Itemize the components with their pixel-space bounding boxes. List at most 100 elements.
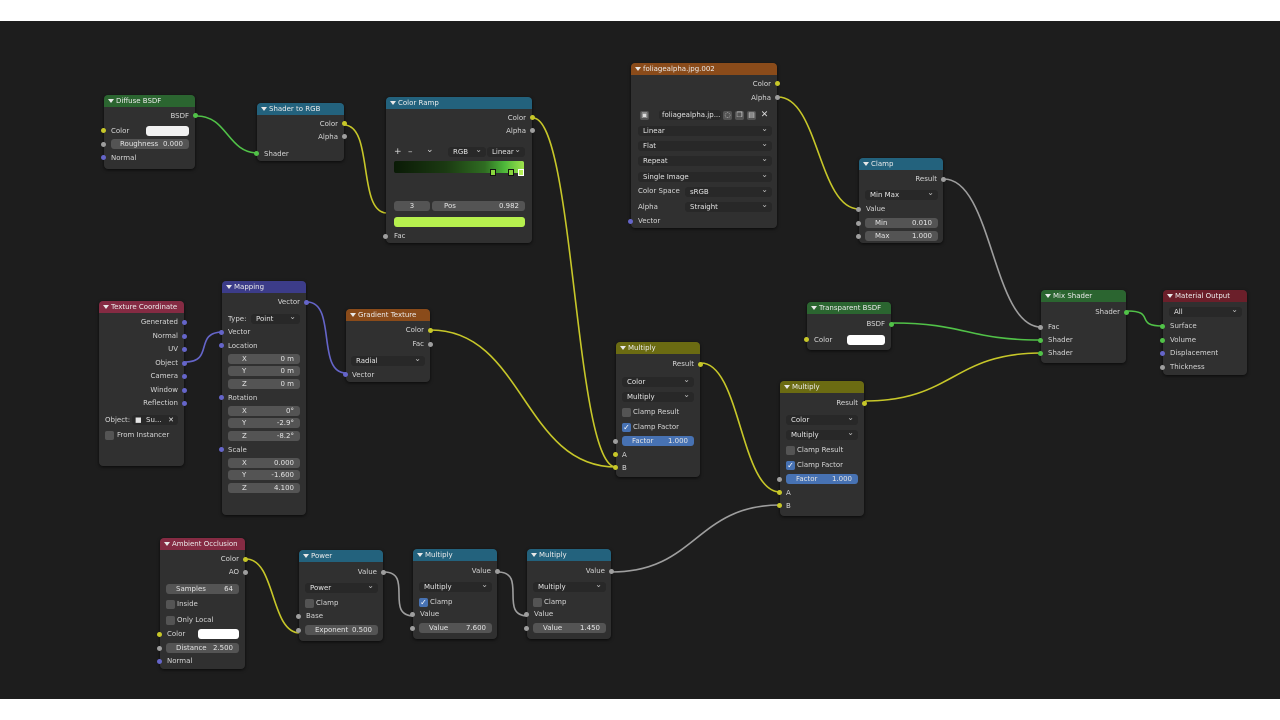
shader-input-socket[interactable] — [254, 151, 259, 156]
node-header[interactable]: Mix Shader — [1041, 290, 1126, 302]
node-header[interactable]: Multiply — [780, 381, 864, 393]
object-field[interactable]: ■ Su... ✕ — [132, 415, 178, 425]
blend-mode-dropdown[interactable]: Multiply — [786, 430, 858, 440]
node-link[interactable] — [306, 301, 347, 374]
node-header[interactable]: Shader to RGB — [257, 103, 344, 115]
shader-to-rgb-node[interactable]: Shader to RGB Color Alpha Shader — [254, 103, 347, 161]
exponent-field[interactable]: Exponent 0.500 — [305, 625, 378, 635]
vector-input-socket[interactable] — [343, 372, 348, 377]
base-input-socket[interactable] — [296, 614, 301, 619]
node-link[interactable] — [196, 115, 259, 154]
node-header[interactable]: Multiply — [616, 342, 700, 354]
rotation-x-field[interactable]: X 0° — [228, 406, 300, 416]
texture-coordinate-node[interactable]: Texture Coordinate Generated Normal UV O… — [99, 301, 187, 466]
duplicate-icon[interactable]: ❐ — [735, 111, 744, 120]
node-link[interactable] — [943, 178, 1042, 328]
location-y-field[interactable]: Y0 m — [228, 366, 300, 376]
blend-mode-dropdown[interactable]: Multiply — [622, 392, 694, 402]
surface-input-socket[interactable] — [1160, 324, 1165, 329]
b-input-socket[interactable] — [777, 503, 782, 508]
data-type-dropdown[interactable]: Color — [786, 415, 858, 425]
value2-input-socket[interactable] — [410, 626, 415, 631]
interpolation-dropdown[interactable]: Linear — [638, 126, 772, 136]
node-header[interactable]: Transparent BSDF — [807, 302, 891, 314]
target-dropdown[interactable]: All — [1169, 307, 1242, 317]
alpha-output-socket[interactable] — [530, 128, 535, 133]
interpolation-dropdown[interactable]: Linear — [487, 147, 525, 157]
stop-position-field[interactable]: Pos 0.982 — [432, 201, 525, 211]
stop-color-swatch[interactable] — [394, 217, 525, 227]
node-header[interactable]: Mapping — [222, 281, 306, 293]
clamp-node[interactable]: Clamp Result Min Max Value Min0.010 Max1… — [856, 158, 946, 243]
vector-output-socket[interactable] — [304, 300, 309, 305]
scale-z-field[interactable]: Z 4.100 — [228, 483, 300, 493]
node-header[interactable]: Clamp — [859, 158, 943, 170]
node-header[interactable]: Texture Coordinate — [99, 301, 184, 313]
value-input-socket[interactable] — [410, 612, 415, 617]
node-header[interactable]: Ambient Occlusion — [160, 538, 245, 550]
color-swatch[interactable] — [146, 126, 189, 136]
power-math-node[interactable]: Power Value Power Clamp Base Exponent0.5… — [296, 550, 386, 641]
shader2-input-socket[interactable] — [1038, 351, 1043, 356]
diffuse-bsdf-node[interactable]: Diffuse BSDF BSDF Color Roughness 0.000 N… — [101, 95, 198, 169]
fac-input-socket[interactable] — [1038, 325, 1043, 330]
window-output-socket[interactable] — [182, 388, 187, 393]
value-output-socket[interactable] — [609, 569, 614, 574]
chevron-down-icon[interactable]: ⌄ — [426, 145, 434, 155]
node-header[interactable]: Power — [299, 550, 383, 562]
color-output-socket[interactable] — [342, 121, 347, 126]
location-z-field[interactable]: Z0 m — [228, 379, 300, 389]
image-browse-icon[interactable]: ▣ — [640, 111, 649, 120]
mix-multiply-node[interactable]: Multiply Result Color Multiply Clamp Res… — [613, 342, 703, 477]
extension-dropdown[interactable]: Repeat — [638, 156, 772, 166]
inside-checkbox[interactable] — [166, 600, 175, 609]
alpha-output-socket[interactable] — [342, 134, 347, 139]
distance-input-socket[interactable] — [157, 646, 162, 651]
node-header[interactable]: Color Ramp — [386, 97, 532, 109]
gradient-type-dropdown[interactable]: Radial — [351, 356, 425, 366]
result-output-socket[interactable] — [941, 177, 946, 182]
result-output-socket[interactable] — [698, 362, 703, 367]
source-dropdown[interactable]: Single Image — [638, 172, 772, 182]
gradient-texture-node[interactable]: Gradient Texture Color Fac Radial Vector — [343, 309, 433, 382]
color-ramp-node[interactable]: Color Ramp Color Alpha + – ⌄ RGB Linear … — [383, 97, 535, 243]
bsdf-output-socket[interactable] — [889, 322, 894, 327]
roughness-field[interactable]: Roughness 0.000 — [111, 139, 189, 149]
normal-input-socket[interactable] — [157, 659, 162, 664]
color-output-socket[interactable] — [530, 115, 535, 120]
mix-multiply-node-2[interactable]: Multiply Result Color Multiply Clamp Res… — [777, 381, 867, 516]
clamp-checkbox[interactable] — [305, 599, 314, 608]
clamp-checkbox[interactable] — [533, 598, 542, 607]
data-type-dropdown[interactable]: Color — [622, 377, 694, 387]
color-output-socket[interactable] — [428, 328, 433, 333]
scale-x-field[interactable]: X 0.000 — [228, 458, 300, 468]
clamp-factor-checkbox[interactable]: ✓ — [786, 461, 795, 470]
rotation-z-field[interactable]: Z -8.2° — [228, 431, 300, 441]
color-output-socket[interactable] — [775, 81, 780, 86]
volume-input-socket[interactable] — [1160, 338, 1165, 343]
scale-input-socket[interactable] — [219, 447, 224, 452]
image-name-field[interactable]: foliagealpha.jp... — [659, 110, 721, 120]
stop-index-field[interactable]: 3 — [394, 201, 430, 211]
location-x-field[interactable]: X0 m — [228, 354, 300, 364]
value-field[interactable]: Value 1.450 — [533, 623, 606, 633]
max-field[interactable]: Max 1.000 — [865, 231, 938, 241]
normal-output-socket[interactable] — [182, 334, 187, 339]
bsdf-output-socket[interactable] — [193, 113, 198, 118]
scale-y-field[interactable]: Y -1.600 — [228, 470, 300, 480]
node-editor-canvas[interactable]: Diffuse BSDF BSDF Color Roughness 0.000 N… — [0, 21, 1280, 699]
from-instancer-checkbox[interactable] — [105, 431, 114, 440]
operation-dropdown[interactable]: Multiply — [419, 582, 492, 592]
value-output-socket[interactable] — [495, 569, 500, 574]
a-input-socket[interactable] — [613, 452, 618, 457]
color-input-socket[interactable] — [101, 128, 106, 133]
distance-field[interactable]: Distance 2.500 — [166, 643, 239, 653]
node-header[interactable]: Diffuse BSDF — [104, 95, 195, 107]
max-input-socket[interactable] — [856, 234, 861, 239]
rotation-y-field[interactable]: Y -2.9° — [228, 418, 300, 428]
fake-user-icon[interactable]: ◌ — [723, 111, 732, 120]
min-input-socket[interactable] — [856, 221, 861, 226]
object-output-socket[interactable] — [182, 361, 187, 366]
value-input-socket[interactable] — [524, 612, 529, 617]
color-space-dropdown[interactable]: sRGB — [685, 187, 772, 197]
